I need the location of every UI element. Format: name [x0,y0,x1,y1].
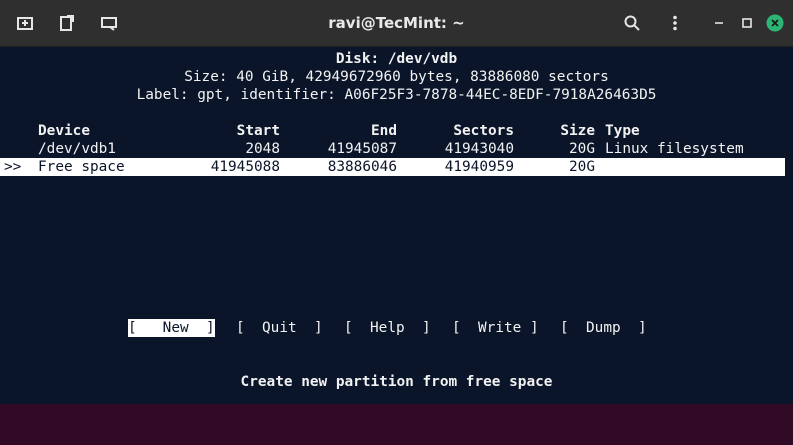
disk-label: Label: gpt, identifier: A06F25F3-7878-44… [136,87,657,103]
terminal-window: ravi@TecMint: ~ Disk: /dev/vdb Size: 40 … [0,0,793,404]
row2-end: 83886046 [327,159,397,175]
row2-start: 41945088 [210,159,280,175]
col-header-device: Device [38,123,90,139]
row2-device: Free space [38,159,125,175]
disk-header: Disk: /dev/vdb [335,51,458,67]
kebab-menu-icon[interactable] [660,8,690,38]
row2-size: 20G [569,159,595,175]
terminal-area[interactable]: Disk: /dev/vdb Size: 40 GiB, 42949672960… [0,47,793,404]
close-icon[interactable] [760,8,790,38]
titlebar: ravi@TecMint: ~ [0,0,793,47]
search-icon[interactable] [617,8,647,38]
col-header-size: Size [560,123,595,139]
row1-device: /dev/vdb1 [38,141,116,157]
row1-start: 2048 [245,141,280,157]
cfdisk-menu: [ New ] [ Quit ] [ Help ] [ Write ] [ Du… [0,319,793,337]
maximize-icon[interactable] [732,8,762,38]
row2-marker: >> [4,159,22,175]
row1-type: Linux filesystem [605,141,744,157]
menu-new-button[interactable]: [ New ] [128,319,215,337]
row1-sectors: 41943040 [444,141,514,157]
col-header-sectors: Sectors [453,123,514,139]
menu-dump-button[interactable]: [ Dump ] [560,319,647,337]
row1-size: 20G [569,141,595,157]
col-header-type: Type [605,123,640,139]
menu-quit-button[interactable]: [ Quit ] [236,319,323,337]
row1-end: 41945087 [327,141,397,157]
menu-write-button[interactable]: [ Write ] [452,319,539,337]
minimize-icon[interactable] [704,8,734,38]
menu-help-button[interactable]: [ Help ] [344,319,431,337]
col-header-end: End [371,123,397,139]
row2-sectors: 41940959 [444,159,514,175]
status-message: Create new partition from free space [240,374,553,390]
col-header-start: Start [236,123,280,139]
disk-size: Size: 40 GiB, 42949672960 bytes, 8388608… [184,69,609,85]
